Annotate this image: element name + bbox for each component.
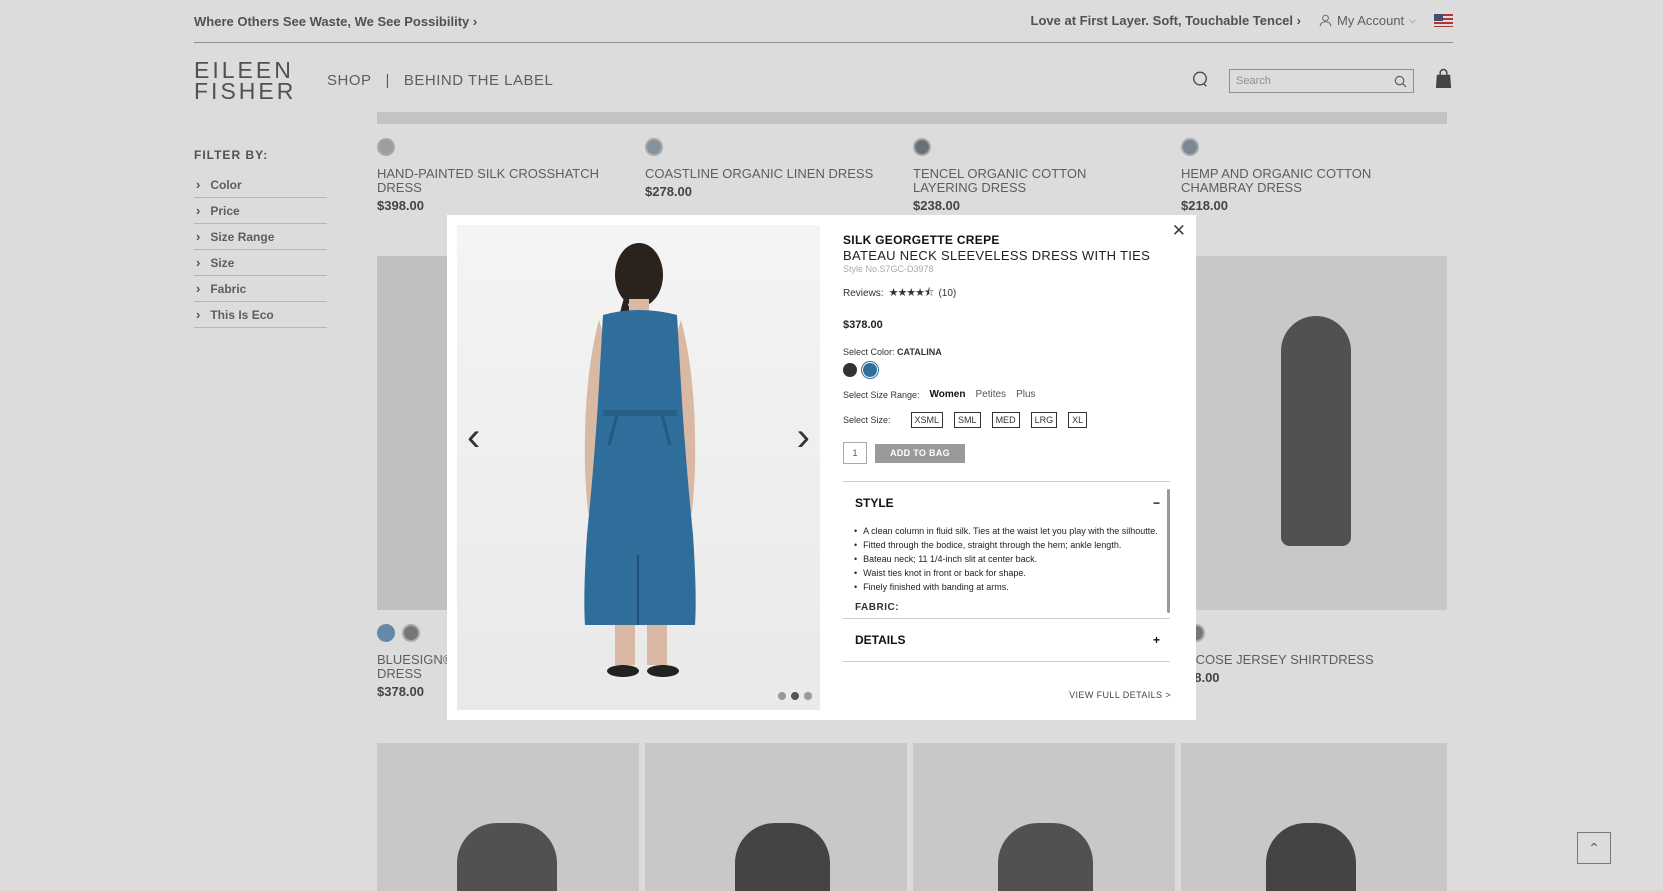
product-info: SILK GEORGETTE CREPE BATEAU NECK SLEEVEL… [843, 233, 1173, 464]
size-button-lrg[interactable]: LRG [1030, 412, 1058, 428]
product-accordion: STYLE − A clean column in fluid silk. Ti… [843, 481, 1170, 662]
style-number: Style No.S7GC-D3978 [843, 264, 934, 274]
fabric-label: FABRIC: [855, 602, 900, 613]
model-photo [584, 243, 696, 677]
reviews-label: Reviews: [843, 288, 884, 299]
accordion-details: DETAILS + [843, 618, 1170, 662]
product-image-carousel[interactable]: ‹ › [457, 225, 820, 710]
color-swatch-black[interactable] [843, 363, 857, 377]
carousel-dots [778, 692, 812, 700]
size-label: Select Size: [843, 415, 891, 425]
carousel-dot[interactable] [804, 692, 812, 700]
style-bullet: Bateau neck; 11 1/4-inch slit at center … [855, 552, 1158, 566]
style-bullet: A clean column in fluid silk. Ties at th… [855, 524, 1158, 538]
style-bullet: Waist ties knot in front or back for sha… [855, 566, 1158, 580]
style-bullet: Fitted through the bodice, straight thro… [855, 538, 1158, 552]
product-title-name: BATEAU NECK SLEEVELESS DRESS WITH TIES [843, 248, 1151, 263]
carousel-prev-arrow[interactable]: ‹ [467, 415, 480, 460]
size-row: Select Size: XSML SML MED LRG XL [843, 412, 1173, 428]
add-to-bag-button[interactable]: ADD TO BAG [875, 443, 965, 463]
accordion-style-body: A clean column in fluid silk. Ties at th… [843, 524, 1170, 618]
size-button-xsml[interactable]: XSML [910, 412, 944, 428]
size-button-sml[interactable]: SML [954, 412, 981, 428]
product-title-fabric: SILK GEORGETTE CREPE [843, 233, 1000, 247]
quantity-input[interactable]: 1 [843, 442, 867, 464]
selected-color-name: CATALINA [897, 347, 942, 357]
add-to-bag-row: 1 ADD TO BAG [843, 442, 1173, 464]
accordion-details-header[interactable]: DETAILS + [843, 619, 1170, 661]
view-full-details-link[interactable]: VIEW FULL DETAILS > [1069, 690, 1171, 700]
accordion-style-header[interactable]: STYLE − [843, 482, 1170, 524]
select-color-row: Select Color: CATALINA [843, 347, 942, 357]
accordion-scrollbar[interactable] [1167, 489, 1170, 613]
color-swatches [843, 363, 1173, 377]
plus-icon[interactable]: + [1153, 633, 1160, 647]
reviews-row[interactable]: Reviews: ★★★★⯪ (10) [843, 284, 1173, 303]
style-bullet: Finely finished with banding at arms. [855, 580, 1158, 594]
close-icon[interactable]: ✕ [1172, 221, 1186, 241]
size-range-women[interactable]: Women [930, 389, 966, 400]
quick-view-modal: ✕ ‹ › SILK GEORGETTE CREPE BATEAU NECK S… [447, 215, 1196, 720]
accordion-style: STYLE − A clean column in fluid silk. Ti… [843, 481, 1170, 618]
size-range-row: Select Size Range: Women Petites Plus [843, 389, 1173, 400]
size-range-label: Select Size Range: [843, 389, 920, 400]
color-swatch-catalina[interactable] [863, 363, 877, 377]
size-button-med[interactable]: MED [991, 412, 1020, 428]
carousel-next-arrow[interactable]: › [797, 415, 810, 460]
minus-icon[interactable]: − [1153, 496, 1160, 510]
size-button-xl[interactable]: XL [1068, 412, 1088, 428]
product-price: $378.00 [843, 319, 883, 331]
reviews-count[interactable]: (10) [938, 288, 956, 299]
size-range-petites[interactable]: Petites [975, 389, 1006, 400]
carousel-dot[interactable] [778, 692, 786, 700]
carousel-dot-active[interactable] [791, 692, 799, 700]
size-range-plus[interactable]: Plus [1016, 389, 1035, 400]
star-rating-icon: ★★★★⯪ [888, 287, 935, 299]
